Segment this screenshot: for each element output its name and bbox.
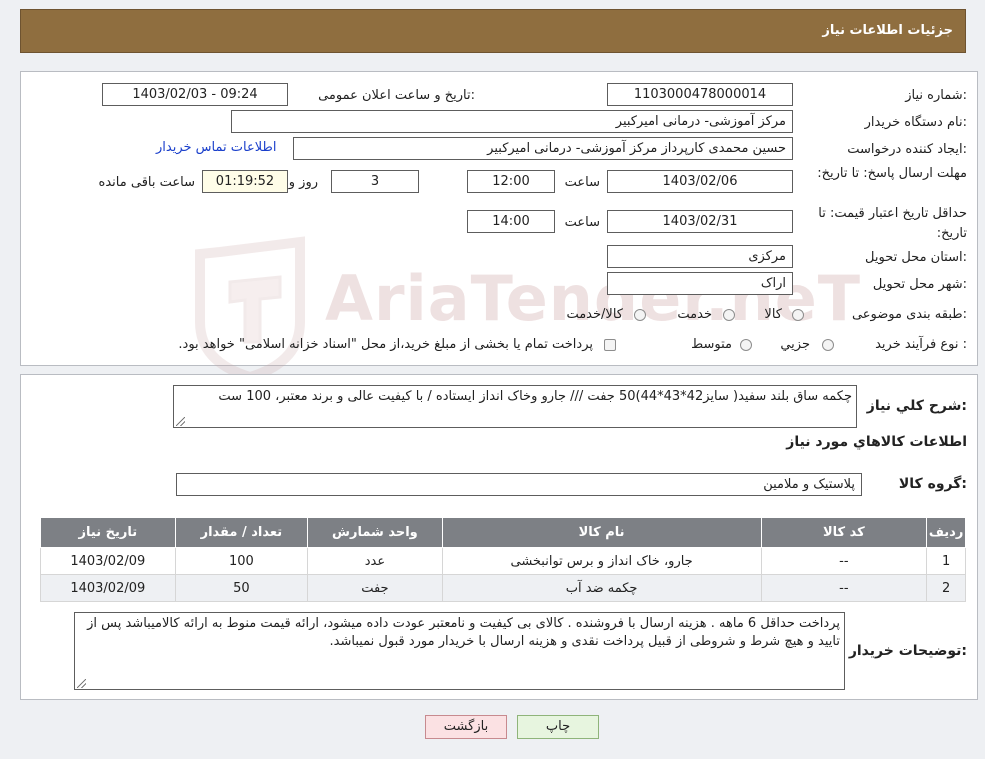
cell-row-number: 2 bbox=[926, 574, 966, 602]
announce-label: تاریخ و ساعت اعلان عمومی: bbox=[318, 88, 475, 103]
creator-field[interactable]: حسین محمدی کارپرداز مرکز آموزشی- درمانی … bbox=[293, 137, 793, 160]
summary-text: چکمه ساق بلند سفید( سایز42*43*44)50 جفت … bbox=[218, 389, 852, 404]
province-field[interactable]: مرکزی bbox=[607, 245, 793, 268]
process-minor-label: جزیي bbox=[780, 337, 810, 352]
process-minor-radio[interactable] bbox=[822, 339, 834, 351]
cell-unit: جفت bbox=[307, 574, 443, 602]
summary-label: شرح کلي نياز: bbox=[866, 398, 967, 414]
items-table: ردیف کد کالا نام کالا واحد شمارش تعداد /… bbox=[40, 517, 966, 602]
category-goods-radio[interactable] bbox=[792, 309, 804, 321]
days-label: روز و bbox=[288, 175, 318, 190]
category-goods-service-radio[interactable] bbox=[634, 309, 646, 321]
process-label: نوع فرآیند خرید : bbox=[875, 337, 967, 352]
buyer-org-label: نام دستگاه خریدار: bbox=[864, 115, 967, 130]
buyer-org-field[interactable]: مرکز آموزشی- درمانی امیرکبیر bbox=[231, 110, 793, 133]
process-medium-radio[interactable] bbox=[740, 339, 752, 351]
deadline-time-field[interactable]: 12:00 bbox=[467, 170, 555, 193]
deadline-date-field[interactable]: 1403/02/06 bbox=[607, 170, 793, 193]
category-service-label: خدمت bbox=[677, 307, 712, 322]
col-header-date: تاریخ نیاز bbox=[40, 517, 176, 548]
table-row: 1 -- جارو، خاک انداز و برس توانبخشی عدد … bbox=[40, 547, 966, 575]
need-number-label: شماره نیاز: bbox=[905, 88, 967, 103]
cell-name: چکمه ضد آب bbox=[441, 574, 762, 602]
cell-qty: 50 bbox=[174, 574, 309, 602]
deadline-label: مهلت ارسال پاسخ: تا تاریخ: bbox=[817, 166, 967, 181]
validity-date-field[interactable]: 1403/02/31 bbox=[607, 210, 793, 233]
back-button[interactable]: بازگشت bbox=[425, 715, 507, 739]
city-label: شهر محل تحویل: bbox=[872, 277, 967, 292]
cell-code: -- bbox=[760, 547, 928, 575]
print-button[interactable]: چاپ bbox=[517, 715, 599, 739]
page-title: جزئیات اطلاعات نیاز bbox=[822, 23, 953, 38]
need-number-field[interactable]: 1103000478000014 bbox=[607, 83, 793, 106]
col-header-name: نام کالا bbox=[441, 517, 762, 548]
cell-qty: 100 bbox=[174, 547, 309, 575]
category-goods-service-label: کالا/خدمت bbox=[566, 307, 623, 322]
remaining-time-label: ساعت باقی مانده bbox=[98, 175, 195, 190]
days-field[interactable]: 3 bbox=[331, 170, 419, 193]
group-field[interactable]: پلاستیک و ملامین bbox=[176, 473, 862, 496]
process-medium-label: متوسط bbox=[691, 337, 732, 352]
category-service-radio[interactable] bbox=[723, 309, 735, 321]
col-header-code: کد کالا bbox=[760, 517, 928, 548]
validity-label: حداقل تاریخ اعتبار قیمت: تا تاریخ: bbox=[818, 206, 967, 241]
items-title: اطلاعات کالاهاي مورد نياز bbox=[786, 434, 967, 450]
resize-grip-icon[interactable] bbox=[176, 417, 185, 426]
validity-time-field[interactable]: 14:00 bbox=[467, 210, 555, 233]
notes-resize-grip-icon[interactable] bbox=[77, 679, 86, 688]
cell-name: جارو، خاک انداز و برس توانبخشی bbox=[441, 547, 762, 575]
notes-text: پرداخت حداقل 6 ماهه . هزینه ارسال با فرو… bbox=[87, 616, 840, 649]
col-header-row: ردیف bbox=[926, 517, 966, 548]
cell-row-number: 1 bbox=[926, 547, 966, 575]
group-label: گروه کالا: bbox=[898, 476, 967, 492]
summary-textarea[interactable]: چکمه ساق بلند سفید( سایز42*43*44)50 جفت … bbox=[173, 385, 857, 428]
remaining-time-field: 01:19:52 bbox=[202, 170, 288, 193]
deadline-time-label: ساعت bbox=[564, 175, 600, 190]
process-note: پرداخت تمام یا بخشی از مبلغ خرید،از محل … bbox=[178, 337, 593, 352]
notes-label: توضیحات خریدار: bbox=[848, 643, 967, 659]
col-header-qty: تعداد / مقدار bbox=[174, 517, 309, 548]
category-label: طبقه بندی موضوعی: bbox=[851, 307, 967, 322]
cell-unit: عدد bbox=[307, 547, 443, 575]
category-goods-label: کالا bbox=[764, 307, 782, 322]
announce-field[interactable]: 1403/02/03 - 09:24 bbox=[102, 83, 288, 106]
cell-date: 1403/02/09 bbox=[40, 547, 176, 575]
table-row: 2 -- چکمه ضد آب جفت 50 1403/02/09 bbox=[40, 574, 966, 602]
table-header-row: ردیف کد کالا نام کالا واحد شمارش تعداد /… bbox=[40, 517, 966, 548]
col-header-unit: واحد شمارش bbox=[307, 517, 443, 548]
page-header: جزئیات اطلاعات نیاز bbox=[20, 9, 966, 53]
process-treasury-checkbox[interactable] bbox=[604, 339, 616, 351]
validity-time-label: ساعت bbox=[564, 215, 600, 230]
creator-label: ایجاد کننده درخواست: bbox=[847, 142, 967, 157]
notes-textarea[interactable]: پرداخت حداقل 6 ماهه . هزینه ارسال با فرو… bbox=[74, 612, 845, 690]
cell-date: 1403/02/09 bbox=[40, 574, 176, 602]
buyer-contact-link[interactable]: اطلاعات تماس خریدار bbox=[156, 140, 276, 155]
province-label: استان محل تحویل: bbox=[865, 250, 967, 265]
city-field[interactable]: اراک bbox=[607, 272, 793, 295]
cell-code: -- bbox=[760, 574, 928, 602]
